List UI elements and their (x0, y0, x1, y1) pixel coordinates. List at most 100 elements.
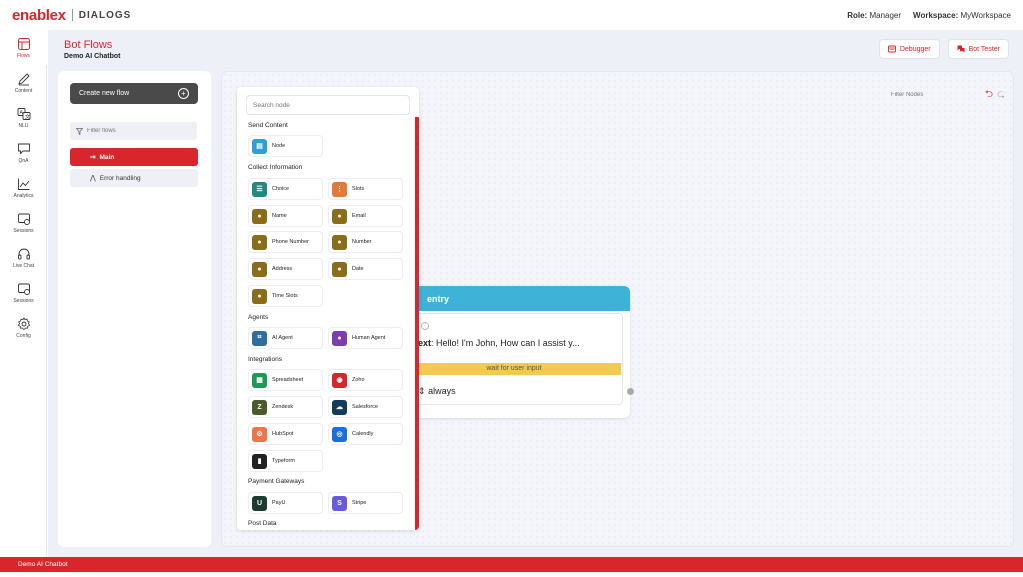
nav-qna[interactable]: QnA (0, 135, 47, 170)
debugger-icon (887, 45, 896, 53)
nav-sessions[interactable]: Sessions (0, 205, 47, 240)
person-icon: ● (332, 208, 347, 224)
node-chip-choice[interactable]: ☰ Choice (248, 178, 323, 200)
flow-error-icon: ⋀ (90, 175, 96, 182)
flow-entry-icon: ⇥ (90, 154, 96, 161)
section-collect-information: Collect Information (248, 164, 303, 171)
page-subtitle: Demo AI Chatbot (64, 52, 121, 60)
payu-icon: U (252, 495, 267, 511)
section-agents: Agents (248, 314, 269, 321)
entry-node[interactable]: entry ext: Hello! I'm John, How can I as… (398, 286, 634, 418)
node-chip-typeform[interactable]: ▮ Typeform (248, 450, 323, 472)
person-icon: ● (332, 261, 347, 277)
node-chip-human-agent[interactable]: ● Human Agent (328, 327, 403, 349)
filter-nodes-input[interactable] (890, 88, 981, 102)
node-chip-slots[interactable]: ⋮ Slots (328, 178, 403, 200)
node-icon: ▤ (252, 138, 267, 154)
undo-icon[interactable]: ⮌ (985, 90, 993, 100)
node-chip-zoho[interactable]: ◉ Zoho (328, 369, 403, 391)
nav-label: Flows (16, 52, 31, 59)
node-chip-stripe[interactable]: S Stripe (328, 492, 403, 514)
nav-nlu[interactable]: A文 NLU (0, 100, 47, 135)
person-icon: ● (252, 208, 267, 224)
node-chip-spreadsheet[interactable]: ▦ Spreadsheet (248, 369, 323, 391)
nav-flows[interactable]: Flows (0, 30, 47, 65)
headset-icon (17, 248, 30, 259)
entry-output-port[interactable] (627, 388, 634, 395)
nav-label: NLU (18, 122, 29, 129)
bot-tester-button[interactable]: Bot Tester (947, 39, 1009, 59)
nav-sessions-2[interactable]: Sessions (0, 275, 47, 310)
bot-tester-label: Bot Tester (968, 45, 1000, 53)
footer-label: Demo AI Chatbot (18, 561, 68, 568)
pencil-icon (17, 72, 30, 85)
debugger-button[interactable]: Debugger (878, 39, 940, 59)
filter-icon (76, 127, 83, 135)
entry-message-text: ext: Hello! I'm John, How can I assist y… (418, 338, 580, 348)
debugger-label: Debugger (899, 45, 931, 53)
flow-item-main[interactable]: ⇥ Main (70, 148, 198, 166)
palette-scrollbar[interactable] (415, 117, 419, 530)
hubspot-icon: ⚙ (252, 426, 267, 442)
create-flow-button[interactable]: Create new flow + (70, 83, 198, 104)
workspace-info[interactable]: Workspace: MyWorkspace (913, 11, 1011, 20)
flows-panel: Create new flow + ⇥ Main ⋀ Error handlin… (58, 71, 211, 547)
node-chip-payu[interactable]: U PayU (248, 492, 323, 514)
person-icon: ● (252, 288, 267, 304)
nav-config[interactable]: Config (0, 310, 47, 345)
node-chip-hubspot[interactable]: ⚙ HubSpot (248, 423, 323, 445)
node-chip-name[interactable]: ● Name (248, 205, 323, 227)
gear-icon (17, 316, 30, 330)
node-chip-time-slots[interactable]: ● Time Slots (248, 285, 323, 307)
node-palette: Send Content ▤Node Collect Information ☰… (237, 87, 419, 530)
node-chip-address[interactable]: ● Address (248, 258, 323, 280)
person-icon: ● (332, 234, 347, 250)
filter-flows-input[interactable] (87, 128, 187, 134)
node-chip-ai-agent[interactable]: ⌗ AI Agent (248, 327, 323, 349)
chart-icon (17, 178, 29, 190)
node-chip-date[interactable]: ● Date (328, 258, 403, 280)
search-node-input[interactable] (246, 95, 410, 115)
wait-for-input-badge: wait for user input (407, 363, 621, 375)
calendly-icon: ◎ (332, 426, 347, 442)
transition-always[interactable]: ⇕ always (418, 386, 456, 397)
nav-label: Sessions (13, 297, 34, 304)
flow-item-error-handling[interactable]: ⋀ Error handling (70, 169, 198, 187)
node-chip-node[interactable]: ▤ Node (248, 135, 323, 157)
node-chip-email[interactable]: ● Email (328, 205, 403, 227)
salesforce-icon: ☁ (332, 399, 347, 415)
section-post-data: Post Data (248, 520, 277, 527)
sessions-icon (17, 283, 30, 295)
nav-live-chat[interactable]: Live Chat (0, 240, 47, 275)
ai-chip-icon: ⌗ (252, 330, 267, 346)
node-chip-calendly[interactable]: ◎ Calendly (328, 423, 403, 445)
page-header: Bot Flows Demo AI Chatbot Debugger Bot T… (48, 30, 1023, 68)
stripe-icon: S (332, 495, 347, 511)
svg-text:文: 文 (25, 113, 30, 120)
footer-bar: Demo AI Chatbot (0, 557, 1023, 572)
nav-label: Analytics (13, 192, 34, 199)
canvas-toolbar: ⮌ ⮎ (890, 88, 1005, 102)
plus-icon: + (178, 88, 189, 99)
nav-analytics[interactable]: Analytics (0, 170, 47, 205)
top-right-info: Role: Manager Workspace: MyWorkspace (847, 11, 1011, 20)
spreadsheet-icon: ▦ (252, 372, 267, 388)
logo: enablex DIALOGS (12, 7, 131, 24)
redo-icon[interactable]: ⮎ (997, 90, 1005, 100)
chat-bubbles-icon (957, 45, 965, 53)
nav-label: Live Chat (12, 262, 35, 269)
choice-icon: ☰ (252, 181, 267, 197)
header-buttons: Debugger Bot Tester (878, 39, 1009, 59)
node-chip-salesforce[interactable]: ☁ Salesforce (328, 396, 403, 418)
node-chip-phone-number[interactable]: ● Phone Number (248, 231, 323, 253)
nav-content[interactable]: Content (0, 65, 47, 100)
top-bar: enablex DIALOGS Role: Manager Workspace:… (0, 0, 1023, 30)
role-info: Role: Manager (847, 10, 902, 20)
node-chip-number[interactable]: ● Number (328, 231, 403, 253)
create-flow-label: Create new flow (79, 90, 130, 97)
entry-radio[interactable] (421, 322, 429, 330)
left-nav: Flows Content A文 NLU QnA Analytics Sessi… (0, 30, 47, 557)
node-chip-zendesk[interactable]: Z Zendesk (248, 396, 323, 418)
entry-node-title: entry (398, 286, 630, 311)
section-payment-gateways: Payment Gateways (248, 478, 305, 485)
